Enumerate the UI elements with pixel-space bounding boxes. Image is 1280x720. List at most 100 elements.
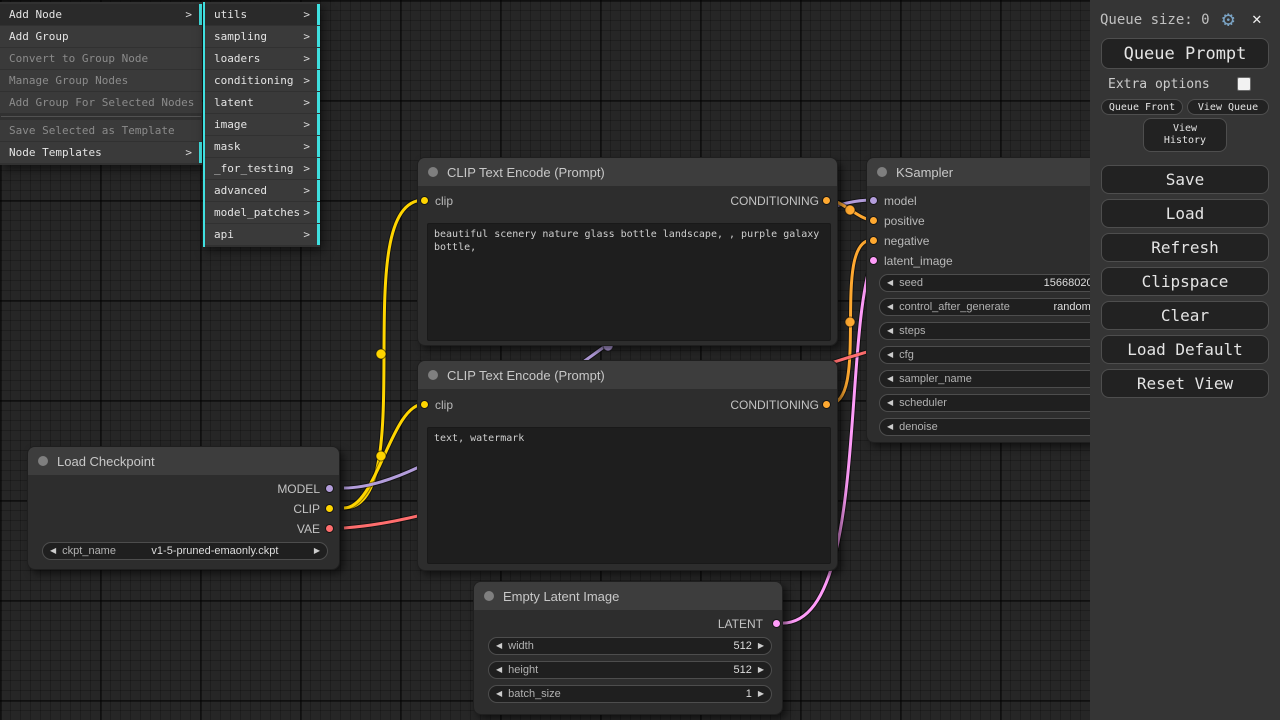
widget-batch-size[interactable]: ◀ batch_size 1 ▶	[488, 685, 772, 703]
clipspace-button[interactable]: Clipspace	[1101, 267, 1269, 296]
view-history-button[interactable]: View History	[1143, 118, 1227, 152]
next-arrow-icon[interactable]: ▶	[314, 542, 320, 560]
node-title-bar[interactable]: Load Checkpoint	[28, 447, 339, 475]
widget-sampler-name[interactable]: ◀ sampler_name ▶	[879, 370, 1125, 388]
node-title: Empty Latent Image	[503, 589, 619, 604]
submenu-item-conditioning[interactable]: conditioning >	[205, 70, 320, 91]
view-history-line2: History	[1164, 135, 1206, 147]
increment-arrow-icon[interactable]: ▶	[758, 685, 764, 703]
input-port-latent-image[interactable]	[869, 256, 878, 265]
menu-item-add-group[interactable]: Add Group	[0, 26, 202, 47]
extra-options-label: Extra options	[1108, 77, 1210, 92]
prompt-textarea[interactable]: text, watermark	[427, 427, 831, 564]
decrement-arrow-icon[interactable]: ◀	[496, 685, 502, 703]
output-port-model[interactable]	[325, 484, 334, 493]
reset-view-button[interactable]: Reset View	[1101, 369, 1269, 398]
menu-item-label: model_patches	[214, 206, 300, 219]
decrement-arrow-icon[interactable]: ◀	[887, 394, 893, 412]
prev-arrow-icon[interactable]: ◀	[50, 542, 56, 560]
queue-front-button[interactable]: Queue Front	[1101, 99, 1183, 115]
node-title-bar[interactable]: CLIP Text Encode (Prompt)	[418, 158, 837, 186]
output-label-clip: CLIP	[293, 502, 320, 516]
node-title-bar[interactable]: Empty Latent Image	[474, 582, 782, 610]
input-label-latent-image: latent_image	[884, 254, 953, 268]
node-collapse-dot[interactable]	[877, 167, 887, 177]
submenu-item-loaders[interactable]: loaders >	[205, 48, 320, 69]
output-port-latent[interactable]	[772, 619, 781, 628]
decrement-arrow-icon[interactable]: ◀	[496, 661, 502, 679]
node-collapse-dot[interactable]	[428, 167, 438, 177]
close-icon[interactable]: ✕	[1252, 9, 1262, 28]
widget-seed[interactable]: ◀ seed 1566802087 ▶	[879, 274, 1125, 292]
widget-scheduler[interactable]: ◀ scheduler ▶	[879, 394, 1125, 412]
menu-item-label: Manage Group Nodes	[9, 74, 128, 87]
submenu-item-latent[interactable]: latent >	[205, 92, 320, 113]
input-port-clip[interactable]	[420, 196, 429, 205]
submenu-item-advanced[interactable]: advanced >	[205, 180, 320, 201]
node-title-bar[interactable]: CLIP Text Encode (Prompt)	[418, 361, 837, 389]
extra-options-checkbox[interactable]	[1237, 77, 1251, 91]
widget-height[interactable]: ◀ height 512 ▶	[488, 661, 772, 679]
node-clip-text-encode-positive[interactable]: CLIP Text Encode (Prompt) clip CONDITION…	[417, 157, 838, 346]
input-port-positive[interactable]	[869, 216, 878, 225]
clear-button[interactable]: Clear	[1101, 301, 1269, 330]
refresh-button[interactable]: Refresh	[1101, 233, 1269, 262]
submenu-item-api[interactable]: api >	[205, 224, 320, 245]
menu-item-label: api	[214, 228, 234, 241]
output-port-conditioning[interactable]	[822, 400, 831, 409]
input-port-negative[interactable]	[869, 236, 878, 245]
queue-prompt-button[interactable]: Queue Prompt	[1101, 38, 1269, 69]
submenu-item-mask[interactable]: mask >	[205, 136, 320, 157]
widget-ckpt-name[interactable]: ◀ ckpt_name v1-5-pruned-emaonly.ckpt ▶	[42, 542, 328, 560]
increment-arrow-icon[interactable]: ▶	[758, 637, 764, 655]
decrement-arrow-icon[interactable]: ◀	[887, 370, 893, 388]
menu-item-manage-group-nodes: Manage Group Nodes	[0, 70, 202, 91]
menu-item-label: sampling	[214, 30, 267, 43]
decrement-arrow-icon[interactable]: ◀	[887, 418, 893, 436]
node-collapse-dot[interactable]	[38, 456, 48, 466]
view-queue-button[interactable]: View Queue	[1187, 99, 1269, 115]
output-port-vae[interactable]	[325, 524, 334, 533]
input-label-negative: negative	[884, 234, 929, 248]
submenu-arrow-icon: >	[303, 92, 310, 113]
submenu-item-image[interactable]: image >	[205, 114, 320, 135]
node-title: CLIP Text Encode (Prompt)	[447, 165, 605, 180]
menu-item-node-templates[interactable]: Node Templates >	[0, 142, 202, 163]
submenu-item-utils[interactable]: utils >	[205, 4, 320, 25]
widget-label: batch_size	[508, 688, 561, 700]
save-button[interactable]: Save	[1101, 165, 1269, 194]
output-port-clip[interactable]	[325, 504, 334, 513]
submenu-item-sampling[interactable]: sampling >	[205, 26, 320, 47]
decrement-arrow-icon[interactable]: ◀	[496, 637, 502, 655]
decrement-arrow-icon[interactable]: ◀	[887, 322, 893, 340]
node-collapse-dot[interactable]	[428, 370, 438, 380]
widget-value: 1566802087	[929, 277, 1105, 289]
submenu-item-for-testing[interactable]: _for_testing >	[205, 158, 320, 179]
submenu-item-model-patches[interactable]: model_patches >	[205, 202, 320, 223]
node-load-checkpoint[interactable]: Load Checkpoint MODEL CLIP VAE ◀ ckpt_na…	[27, 446, 340, 570]
increment-arrow-icon[interactable]: ▶	[758, 661, 764, 679]
widget-width[interactable]: ◀ width 512 ▶	[488, 637, 772, 655]
node-empty-latent-image[interactable]: Empty Latent Image LATENT ◀ width 512 ▶ …	[473, 581, 783, 715]
widget-control-after-generate[interactable]: ◀ control_after_generate randomize ▶	[879, 298, 1125, 316]
node-collapse-dot[interactable]	[484, 591, 494, 601]
decrement-arrow-icon[interactable]: ◀	[887, 346, 893, 364]
prompt-textarea[interactable]: beautiful scenery nature glass bottle la…	[427, 223, 831, 341]
widget-steps[interactable]: ◀ steps ▶	[879, 322, 1125, 340]
node-clip-text-encode-negative[interactable]: CLIP Text Encode (Prompt) clip CONDITION…	[417, 360, 838, 571]
widget-value: 512	[544, 664, 752, 676]
menu-item-add-node[interactable]: Add Node >	[0, 4, 202, 25]
output-port-conditioning[interactable]	[822, 196, 831, 205]
widget-cfg[interactable]: ◀ cfg ▶	[879, 346, 1125, 364]
settings-gear-icon[interactable]: ⚙	[1222, 7, 1235, 31]
load-default-button[interactable]: Load Default	[1101, 335, 1269, 364]
widget-denoise[interactable]: ◀ denoise ▶	[879, 418, 1125, 436]
input-port-clip[interactable]	[420, 400, 429, 409]
menu-item-label: Add Group For Selected Nodes	[9, 96, 194, 109]
input-port-model[interactable]	[869, 196, 878, 205]
decrement-arrow-icon[interactable]: ◀	[887, 298, 893, 316]
widget-label: height	[508, 664, 538, 676]
decrement-arrow-icon[interactable]: ◀	[887, 274, 893, 292]
load-button[interactable]: Load	[1101, 199, 1269, 228]
submenu-arrow-icon: >	[303, 48, 310, 69]
